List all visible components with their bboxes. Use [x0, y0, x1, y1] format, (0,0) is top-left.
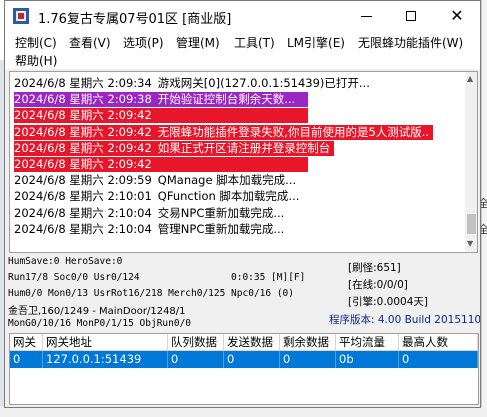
log-line: 2024/6/8 星期六 2:09:59 QManage 脚本加载完成...	[14, 173, 296, 188]
column-header-address[interactable]: 网关地址	[43, 334, 168, 351]
log-line: 2024/6/8 星期六 2:09:42 如果正式开区请注册并登录控制台	[14, 140, 335, 156]
minimize-icon	[360, 15, 372, 17]
log-timestamp: 2024/6/8 星期六 2:09:42	[14, 108, 152, 123]
refresh-monster-count: [刷怪:651]	[348, 262, 401, 274]
log-line: 2024/6/8 星期六 2:09:42	[14, 108, 308, 124]
table-cell: 0	[10, 351, 43, 368]
column-header-max-users[interactable]: 最高人数	[399, 334, 478, 351]
log-timestamp: 2024/6/8 星期六 2:10:01	[14, 189, 152, 204]
log-timestamp: 2024/6/8 星期六 2:10:04	[14, 221, 152, 236]
table-cell: 0	[168, 351, 224, 368]
log-message: QFunction 脚本加载完成...	[157, 189, 300, 204]
log-message: 游戏网关[0](127.0.0.1:51439)已打开...	[157, 76, 370, 90]
menu-options[interactable]: 选项(P)	[123, 34, 164, 51]
log-timestamp: 2024/6/8 星期六 2:09:42	[14, 140, 152, 155]
column-header-remaining[interactable]: 剩余数据	[280, 334, 336, 351]
table-cell: 0	[399, 351, 478, 368]
engine-days: [引擎:0.0004天]	[348, 296, 428, 308]
log-line: 2024/6/8 星期六 2:10:01 QFunction 脚本加载完成...	[14, 189, 299, 204]
log-line: 2024/6/8 星期六 2:09:42	[14, 157, 308, 172]
table-cell: 0b	[336, 351, 399, 368]
table-cell: 0	[224, 351, 280, 368]
program-version: 程序版本: 4.00 Build 20151104	[329, 314, 481, 326]
app-window: 1.76复古专属07号01区 [商业版] ✕ 控制(C) 查看(V) 选项(P)…	[4, 0, 481, 408]
log-line: 2024/6/8 星期六 2:09:38 开始验证控制台剩余天数...	[14, 92, 308, 108]
log-timestamp: 2024/6/8 星期六 2:09:42	[14, 124, 152, 139]
log-message: QManage 脚本加载完成...	[157, 173, 297, 188]
log-line: 2024/6/8 星期六 2:09:34 游戏网关[0](127.0.0.1:51…	[14, 76, 370, 91]
status-monsters: MonG0/10/16 MonP0/1/15 ObjRun0/0	[8, 318, 192, 329]
status-run: Run17/8 Soc0/0 Usr0/124	[8, 272, 140, 283]
online-count: [在线:0/0/0]	[348, 279, 408, 291]
minimize-button[interactable]	[343, 1, 389, 31]
table-cell: 127.0.0.1:51439	[43, 351, 168, 368]
log-message: 交易NPC重新加载完成...	[157, 205, 285, 220]
column-header-queue[interactable]: 队列数据	[168, 334, 224, 351]
status-save: HumSave:0 HeroSave:0	[8, 256, 123, 267]
app-icon	[13, 8, 29, 24]
log-line: 2024/6/8 星期六 2:10:04 管理NPC重新加载完成...	[14, 222, 284, 237]
window-title: 1.76复古专属07号01区 [商业版]	[38, 12, 232, 27]
log-panel[interactable]: 2024/6/8 星期六 2:09:34 游戏网关[0](127.0.0.1:51…	[9, 71, 478, 253]
status-uptime: 0:0:35 [M][F]	[231, 272, 306, 283]
menu-plugin[interactable]: 无限蜂功能插件(W)	[358, 34, 463, 51]
log-message: 如果正式开区请注册并登录控制台	[157, 140, 331, 155]
log-line: 2024/6/8 星期六 2:10:04 交易NPC重新加载完成...	[14, 206, 284, 221]
log-message: 开始验证控制台剩余天数...	[157, 92, 296, 107]
log-timestamp: 2024/6/8 星期六 2:09:34	[14, 76, 152, 90]
menu-tools[interactable]: 工具(T)	[234, 34, 275, 51]
column-header-gate[interactable]: 网关	[10, 334, 43, 351]
maximize-icon	[406, 11, 416, 21]
menu-manage[interactable]: 管理(M)	[176, 34, 220, 51]
menu-bar: 控制(C) 查看(V) 选项(P) 管理(M) 工具(T) LM引擎(E) 无限…	[5, 31, 480, 69]
menu-help[interactable]: 帮助(H)	[15, 52, 57, 69]
log-scrollbar[interactable]: ▲ ▼	[465, 72, 477, 252]
log-timestamp: 2024/6/8 星期六 2:09:59	[14, 173, 152, 188]
maximize-button[interactable]	[388, 1, 434, 31]
close-icon: ✕	[450, 6, 464, 25]
background-window-edge-bottom	[0, 407, 487, 417]
log-message: 无限蜂功能插件登录失败,你目前使用的是5人测试版..	[157, 124, 430, 139]
log-message: 管理NPC重新加载完成...	[157, 221, 285, 236]
log-line: 2024/6/8 星期六 2:09:42 无限蜂功能插件登录失败,你目前使用的是5…	[14, 124, 434, 140]
scroll-up-icon[interactable]: ▲	[467, 74, 473, 83]
scroll-down-icon[interactable]: ▼	[467, 239, 473, 248]
column-header-sent[interactable]: 发送数据	[224, 334, 280, 351]
menu-view[interactable]: 查看(V)	[69, 34, 111, 51]
title-bar[interactable]: 1.76复古专属07号01区 [商业版] ✕	[5, 1, 480, 31]
status-counts: Hum0/0 Mon0/13 UsrRot16/218 Merch0/125 N…	[8, 288, 294, 299]
table-cell: 0	[280, 351, 336, 368]
log-timestamp: 2024/6/8 星期六 2:09:38	[14, 92, 152, 107]
log-timestamp: 2024/6/8 星期六 2:09:42	[14, 157, 152, 171]
close-button[interactable]: ✕	[434, 1, 480, 31]
menu-lm-engine[interactable]: LM引擎(E)	[287, 34, 345, 51]
column-header-traffic[interactable]: 平均流量	[336, 334, 399, 351]
scroll-thumb[interactable]	[467, 214, 476, 234]
log-timestamp: 2024/6/8 星期六 2:10:04	[14, 205, 152, 220]
gateway-table[interactable]: 网关 网关地址 队列数据 发送数据 剩余数据 平均流量 最高人数 0 127.0…	[9, 333, 479, 405]
menu-control[interactable]: 控制(C)	[15, 34, 57, 51]
status-map: 金吾卫,160/1249 - MainDoor/1248/1	[8, 306, 186, 317]
